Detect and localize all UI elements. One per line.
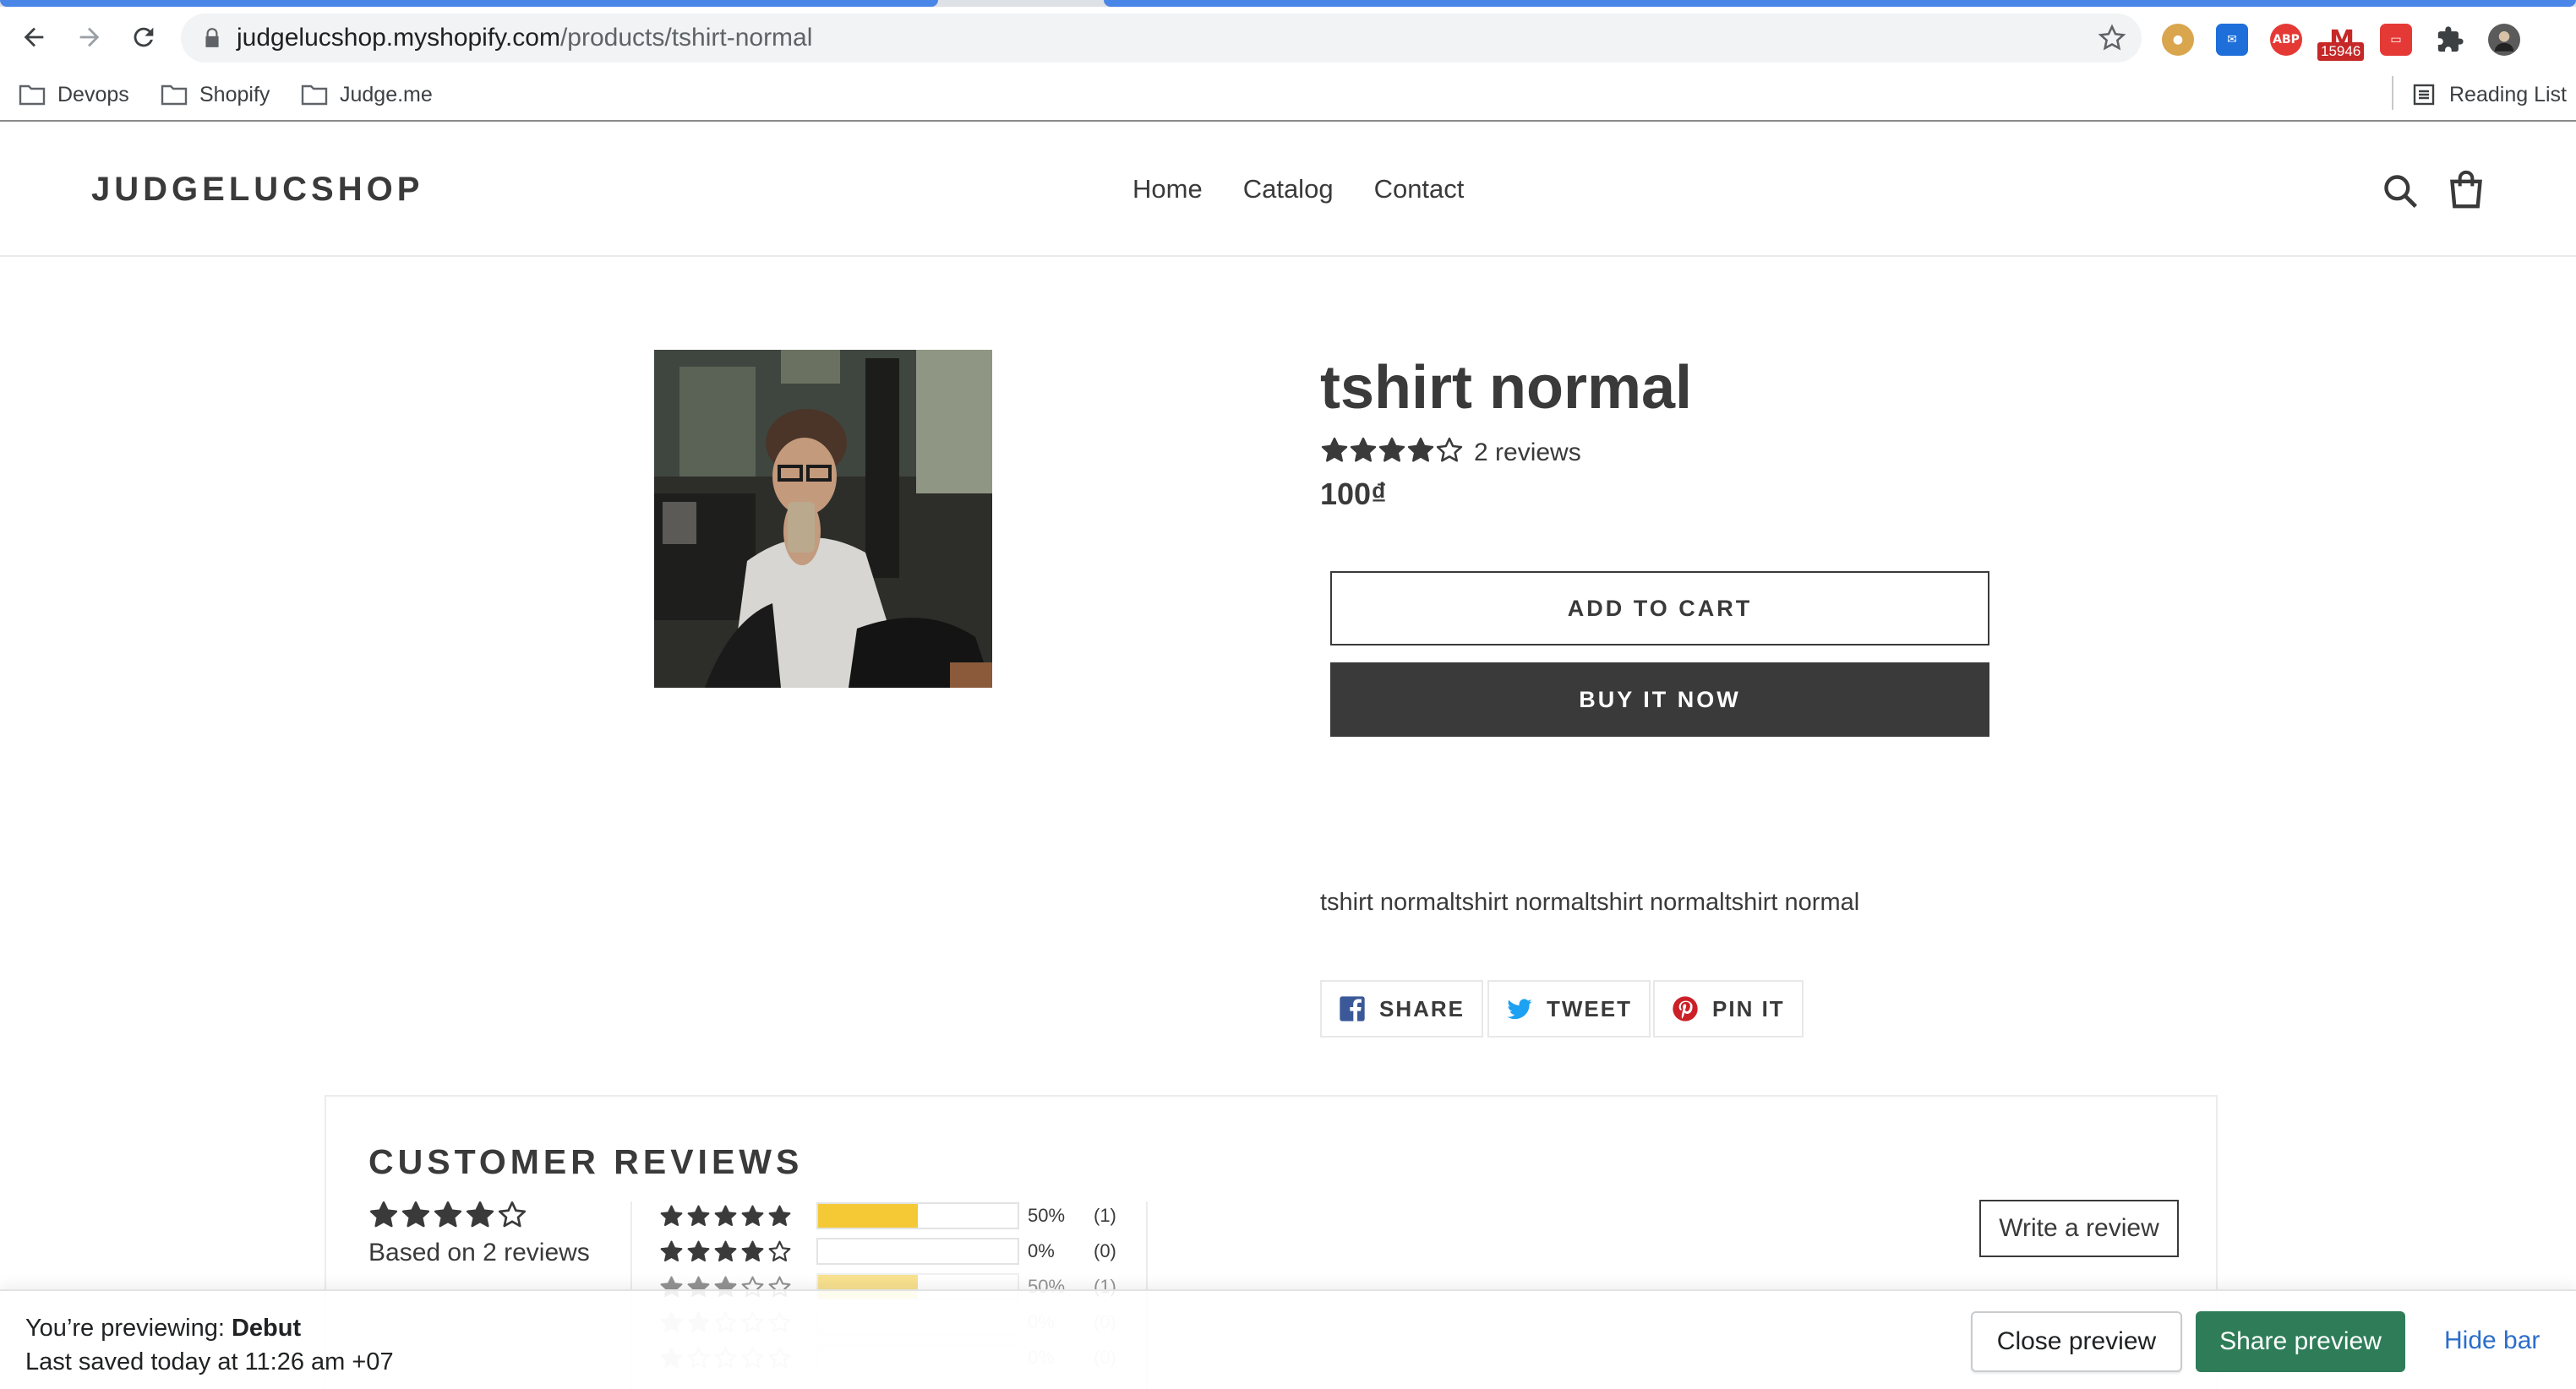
share-pinterest-button[interactable]: PIN IT bbox=[1653, 980, 1804, 1038]
star-filled-icon bbox=[660, 1205, 683, 1226]
product-description: tshirt normaltshirt normaltshirt normalt… bbox=[1320, 889, 1860, 916]
reading-list-button[interactable]: Reading List bbox=[2410, 79, 2567, 110]
pinterest-icon bbox=[1673, 996, 1698, 1021]
histogram-percent: 50% bbox=[1028, 1205, 1066, 1226]
star-filled-icon bbox=[768, 1205, 791, 1226]
star-filled-icon bbox=[687, 1240, 710, 1261]
histogram-bar bbox=[816, 1238, 1019, 1265]
write-review-button[interactable]: Write a review bbox=[1979, 1200, 2179, 1257]
share-twitter-button[interactable]: TWEET bbox=[1487, 980, 1651, 1038]
star-filled-icon bbox=[1350, 437, 1377, 462]
star-filled-icon bbox=[1321, 437, 1348, 462]
theme-preview-bar: You’re previewing: Debut Last saved toda… bbox=[0, 1289, 2576, 1389]
tab-indicator bbox=[1104, 0, 2576, 7]
reviews-heading: CUSTOMER REVIEWS bbox=[368, 1142, 804, 1181]
histogram-percent: 0% bbox=[1028, 1240, 1055, 1261]
star-filled-icon bbox=[660, 1240, 683, 1261]
reviews-count-link[interactable]: 2 reviews bbox=[1474, 438, 1581, 467]
reload-icon[interactable] bbox=[122, 15, 166, 59]
nav-catalog[interactable]: Catalog bbox=[1243, 174, 1334, 204]
adblock-extension-icon[interactable]: ABP bbox=[2270, 24, 2302, 56]
cookie-extension-icon[interactable]: ● bbox=[2162, 24, 2194, 56]
star-filled-icon bbox=[434, 1201, 462, 1228]
site-header: JUDGELUCSHOP Home Catalog Contact bbox=[0, 123, 2576, 257]
lock-icon bbox=[205, 28, 219, 47]
bookmark-judgeme[interactable]: Judge.me bbox=[301, 79, 433, 110]
theme-name: Debut bbox=[231, 1315, 302, 1342]
tab-strip bbox=[0, 0, 2576, 7]
histogram-row[interactable]: 0% (0) bbox=[659, 1237, 1116, 1266]
bookmarks-bar: Devops Shopify Judge.me Reading List bbox=[0, 68, 2576, 122]
add-to-cart-button[interactable]: ADD TO CART bbox=[1330, 571, 1989, 645]
star-filled-icon bbox=[1378, 437, 1405, 462]
buy-it-now-button[interactable]: BUY IT NOW bbox=[1330, 662, 1989, 737]
profile-avatar-icon[interactable] bbox=[2488, 24, 2520, 56]
folder-icon bbox=[301, 84, 328, 106]
store-logo[interactable]: JUDGELUCSHOP bbox=[91, 171, 423, 209]
star-filled-icon bbox=[687, 1205, 710, 1226]
nav-contact[interactable]: Contact bbox=[1374, 174, 1465, 204]
reading-list-icon bbox=[2413, 84, 2435, 106]
folder-icon bbox=[19, 84, 46, 106]
url-text: judgelucshop.myshopify.com/products/tshi… bbox=[237, 24, 813, 52]
bookmark-shopify[interactable]: Shopify bbox=[161, 79, 270, 110]
histogram-bar-fill bbox=[818, 1204, 918, 1228]
mail-extension-icon[interactable]: ✉ bbox=[2216, 24, 2248, 56]
gmail-unread-badge: 15946 bbox=[2317, 42, 2365, 61]
search-icon[interactable] bbox=[2382, 172, 2419, 210]
bookmarks-separator bbox=[2392, 76, 2393, 110]
product-title: tshirt normal bbox=[1320, 354, 1693, 422]
main-nav: Home Catalog Contact bbox=[1132, 174, 1464, 204]
previewing-theme-text: You’re previewing: Debut bbox=[25, 1315, 302, 1342]
histogram-count: (1) bbox=[1094, 1205, 1116, 1226]
star-empty-icon bbox=[768, 1240, 791, 1261]
star-filled-icon bbox=[741, 1205, 764, 1226]
histogram-stars bbox=[659, 1204, 816, 1228]
share-facebook-button[interactable]: SHARE bbox=[1320, 980, 1484, 1038]
cart-icon[interactable] bbox=[2448, 169, 2485, 210]
nav-home[interactable]: Home bbox=[1132, 174, 1203, 204]
rating-stars bbox=[1320, 436, 1464, 469]
back-icon[interactable] bbox=[12, 15, 56, 59]
product-photo bbox=[654, 350, 992, 688]
share-preview-button[interactable]: Share preview bbox=[2196, 1311, 2405, 1372]
hide-bar-link[interactable]: Hide bar bbox=[2444, 1326, 2540, 1355]
star-filled-icon bbox=[1407, 437, 1434, 462]
histogram-count: (0) bbox=[1094, 1240, 1116, 1261]
star-filled-icon bbox=[401, 1201, 430, 1228]
product-price: 100₫ bbox=[1320, 477, 1387, 511]
twitter-icon bbox=[1507, 999, 1532, 1020]
active-tab-indicator bbox=[0, 0, 938, 7]
star-filled-icon bbox=[466, 1201, 494, 1228]
chat-extension-icon[interactable]: ▭ bbox=[2380, 24, 2412, 56]
histogram-bar bbox=[816, 1202, 1019, 1229]
star-empty-icon bbox=[498, 1201, 527, 1228]
bookmark-devops[interactable]: Devops bbox=[19, 79, 129, 110]
histogram-stars bbox=[659, 1239, 816, 1264]
forward-icon[interactable] bbox=[68, 15, 112, 59]
last-saved-text: Last saved today at 11:26 am +07 bbox=[25, 1348, 394, 1375]
histogram-row[interactable]: 50% (1) bbox=[659, 1201, 1116, 1230]
address-bar[interactable]: judgelucshop.myshopify.com/products/tshi… bbox=[181, 14, 2142, 63]
extensions-puzzle-icon[interactable] bbox=[2434, 24, 2466, 56]
reviews-summary: Based on 2 reviews bbox=[368, 1239, 590, 1266]
close-preview-button[interactable]: Close preview bbox=[1971, 1311, 2182, 1372]
product-rating[interactable]: 2 reviews bbox=[1320, 436, 1581, 469]
product-image[interactable] bbox=[654, 350, 992, 688]
average-rating-stars bbox=[368, 1200, 527, 1230]
star-filled-icon bbox=[714, 1240, 737, 1261]
bookmark-star-icon[interactable] bbox=[2098, 24, 2126, 52]
star-filled-icon bbox=[369, 1201, 398, 1228]
star-filled-icon bbox=[714, 1205, 737, 1226]
browser-toolbar: judgelucshop.myshopify.com/products/tshi… bbox=[0, 7, 2576, 68]
star-filled-icon bbox=[741, 1240, 764, 1261]
star-empty-icon bbox=[1436, 437, 1463, 462]
facebook-icon bbox=[1340, 996, 1365, 1021]
folder-icon bbox=[161, 84, 188, 106]
